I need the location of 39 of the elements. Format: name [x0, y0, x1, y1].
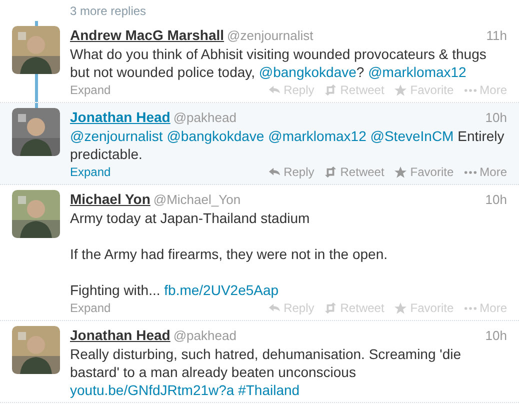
- timestamp: 11h: [486, 27, 507, 45]
- tweet-link[interactable]: @bangkokdave: [166, 128, 264, 144]
- tweet-link[interactable]: youtu.be/GNfdJRtm21w?a: [70, 382, 234, 398]
- expand-link[interactable]: Expand: [70, 163, 111, 181]
- retweet-icon: [324, 84, 338, 96]
- user-handle: @Michael_Yon: [153, 191, 241, 209]
- user-handle: @zenjournalist: [227, 27, 314, 45]
- star-icon: [394, 302, 408, 314]
- tweet-text: @zenjournalist @bangkokdave @marklomax12 @SteveInCM Entirely predictable.: [70, 127, 506, 163]
- tweet-link[interactable]: #Thailand: [238, 382, 300, 398]
- reply-button[interactable]: Reply: [268, 163, 314, 181]
- user-handle: @pakhead: [173, 327, 236, 345]
- tweet-link[interactable]: @SteveInCM: [370, 128, 454, 144]
- retweet-icon: [324, 166, 338, 178]
- timestamp: 10h: [485, 191, 507, 209]
- user-name[interactable]: Jonathan Head: [70, 108, 170, 126]
- user-name[interactable]: Jonathan Head: [70, 326, 170, 344]
- star-icon: [394, 166, 408, 178]
- user-name[interactable]: Andrew MacG Marshall: [70, 26, 224, 44]
- more-replies-link[interactable]: 3 more replies: [70, 4, 146, 18]
- star-icon: [394, 84, 408, 96]
- retweet-button[interactable]: Retweet: [324, 163, 384, 181]
- more-button[interactable]: More: [464, 163, 507, 181]
- timestamp: 10h: [485, 109, 507, 127]
- retweet-icon: [324, 302, 338, 314]
- tweet-link[interactable]: @marklomax12: [268, 128, 366, 144]
- timestamp: 10h: [485, 327, 507, 345]
- tweet-link[interactable]: @bangkokdave: [258, 64, 356, 80]
- tweet-link[interactable]: @zenjournalist: [70, 128, 163, 144]
- tweet-text: Army today at Japan-Thailand stadium If the Army had firearms, they were not in the open. Fighting with... fb.me/2UV2e5Aap: [70, 209, 388, 299]
- favorite-button[interactable]: Favorite: [394, 163, 454, 181]
- tweet-text: Really disturbing, such hatred, dehumanisation. Screaming 'die bastard' to a man already beaten unconscious youtu.be/GNfdJRtm21w?a #Thailand: [70, 345, 462, 399]
- tweet-link[interactable]: @marklomax12: [368, 64, 466, 80]
- tweet-text: What do you think of Abhisit visiting wounded provocateurs & thugs but not wounded police today, @bangkokdave? @marklomax12: [70, 45, 488, 81]
- user-handle: @pakhead: [173, 109, 236, 127]
- expand-link[interactable]: Expand: [70, 81, 111, 99]
- tweet-link[interactable]: fb.me/2UV2e5Aap: [164, 282, 279, 298]
- user-name[interactable]: Michael Yon: [70, 190, 150, 208]
- expand-link[interactable]: Expand: [70, 299, 111, 317]
